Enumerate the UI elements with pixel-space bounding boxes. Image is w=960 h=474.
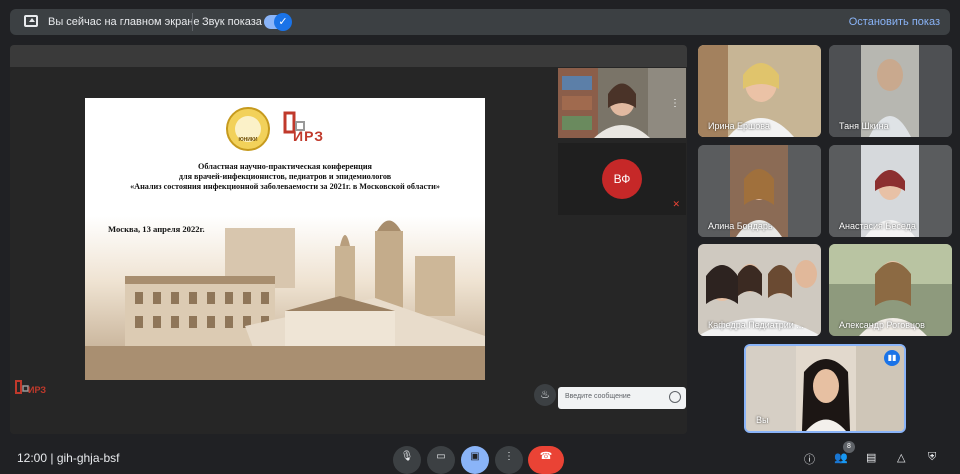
present-screen-icon — [24, 15, 38, 27]
slide-title-line: «Анализ состояния инфекционной заболевае… — [130, 182, 440, 191]
divider — [192, 13, 193, 31]
seal-text: ЮНИКИ — [238, 137, 258, 143]
participant-name: Кафедра Педиатрии ... — [708, 320, 804, 330]
more-options-button[interactable]: ⋮ — [495, 446, 523, 474]
sound-label: Звук показа — [202, 16, 262, 28]
emoji-icon[interactable] — [669, 391, 681, 403]
presenter-video-tile[interactable]: ⋮ — [558, 68, 686, 138]
slide-title: Областная научно-практическая конференци… — [85, 162, 485, 192]
participant-tile[interactable]: Алина Бондарь — [698, 145, 821, 237]
effects-icon[interactable]: ♨ — [534, 384, 556, 406]
presentation-header — [10, 45, 687, 67]
end-call-button[interactable]: ☎ — [528, 446, 564, 474]
participant-tile[interactable]: Александр Роговцов — [829, 244, 952, 336]
check-icon: ✓ — [274, 13, 292, 31]
clock-meeting-code: 12:00 | gih-ghja-bsf — [17, 451, 120, 465]
chat-icon[interactable]: ▤ — [866, 451, 876, 464]
participant-tile[interactable]: Анастасия Беседа — [829, 145, 952, 237]
mic-button[interactable]: 🎙 — [393, 446, 421, 474]
participant-tile[interactable]: Таня Шкина — [829, 45, 952, 137]
city-photo — [85, 216, 485, 380]
avatar: ВФ — [602, 159, 642, 199]
slide-title-line: Областная научно-практическая конференци… — [198, 162, 372, 171]
participant-name: Ирина Ершова — [708, 121, 770, 131]
irz-logo-text: ИРЗ — [293, 128, 324, 144]
info-icon[interactable]: ⓘ — [804, 451, 815, 467]
present-button[interactable]: ▣ — [461, 446, 489, 474]
sound-toggle[interactable]: ✓ — [264, 13, 292, 31]
seal-logo: ЮНИКИ — [226, 107, 270, 151]
speaking-indicator-icon: ▮▮ — [884, 350, 900, 366]
host-controls-icon[interactable]: ⛨ — [928, 451, 936, 464]
participant-tile[interactable]: Ирина Ершова — [698, 45, 821, 137]
slide-title-line: для врачей-инфекционистов, педиатров и э… — [178, 172, 392, 181]
presenting-label: Вы сейчас на главном экране — [48, 16, 200, 28]
more-options-icon[interactable]: ⋮ — [670, 98, 680, 109]
participant-name: Анастасия Беседа — [839, 221, 916, 231]
presentation-slide: ЮНИКИ ИРЗ Областная научно-практическая … — [85, 98, 485, 380]
mic-off-icon: ✕ — [672, 199, 680, 209]
slide-date: Москва, 13 апреля 2022г. — [108, 224, 205, 234]
irz-small-logo-text: ИРЗ — [28, 385, 46, 395]
activities-icon[interactable]: △ — [897, 451, 905, 464]
chat-placeholder: Введите сообщение — [565, 393, 631, 400]
presenter-video — [558, 68, 686, 138]
people-icon[interactable]: 👥 — [834, 451, 848, 464]
presenting-bar: Вы сейчас на главном экране Звук показа … — [10, 9, 950, 35]
chat-input[interactable]: Введите сообщение — [558, 387, 686, 409]
self-video-tile[interactable]: ▮▮ Вы — [744, 344, 906, 433]
participant-name: Таня Шкина — [839, 121, 889, 131]
presentation-area: ЮНИКИ ИРЗ Областная научно-практическая … — [10, 45, 687, 434]
participant-tile[interactable]: Кафедра Педиатрии ... — [698, 244, 821, 336]
stop-presenting-button[interactable]: Остановить показ — [849, 16, 940, 28]
participant-name: Александр Роговцов — [839, 320, 925, 330]
participant-name: Алина Бондарь — [708, 221, 773, 231]
participant-tile-vf[interactable]: ВФ ✕ — [558, 143, 686, 215]
camera-button[interactable]: ▭ — [427, 446, 455, 474]
self-name: Вы — [756, 415, 769, 425]
self-video — [746, 346, 904, 431]
